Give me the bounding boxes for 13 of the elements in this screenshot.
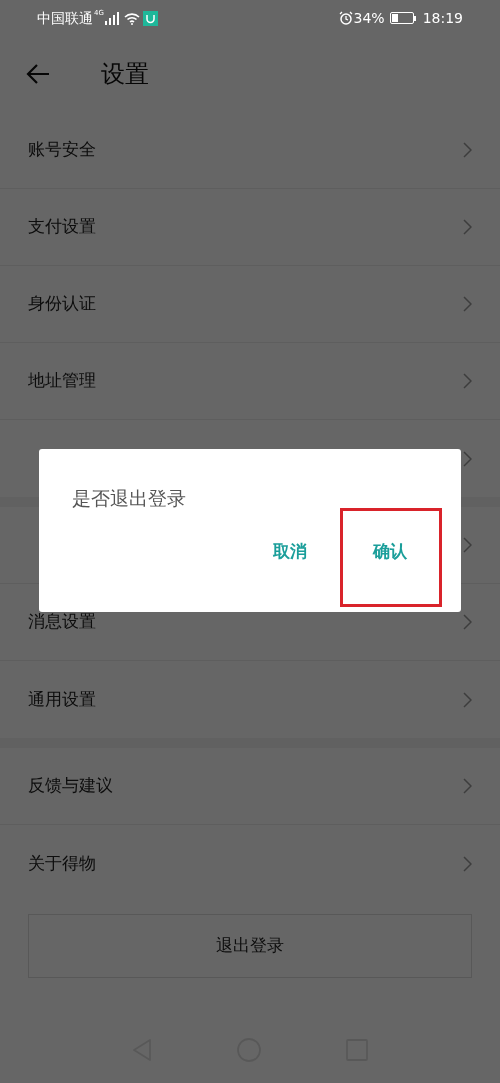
row-label: 地址管理 (28, 369, 96, 393)
row-label: 支付设置 (28, 215, 96, 239)
row-label: 身份认证 (28, 292, 96, 316)
row-label: 账号安全 (28, 138, 96, 162)
page-title: 设置 (101, 59, 149, 90)
row-label: 通用设置 (28, 687, 96, 711)
row-label: 消息设置 (28, 610, 96, 634)
row-label: 反馈与建议 (28, 774, 113, 798)
dialog-message: 是否退出登录 (72, 487, 186, 509)
clock-time: 18:19 (422, 8, 463, 28)
battery-percent: 34% (353, 8, 385, 28)
row-label: 关于得物 (28, 851, 96, 875)
carrier-name: 中国联通 (37, 8, 93, 28)
